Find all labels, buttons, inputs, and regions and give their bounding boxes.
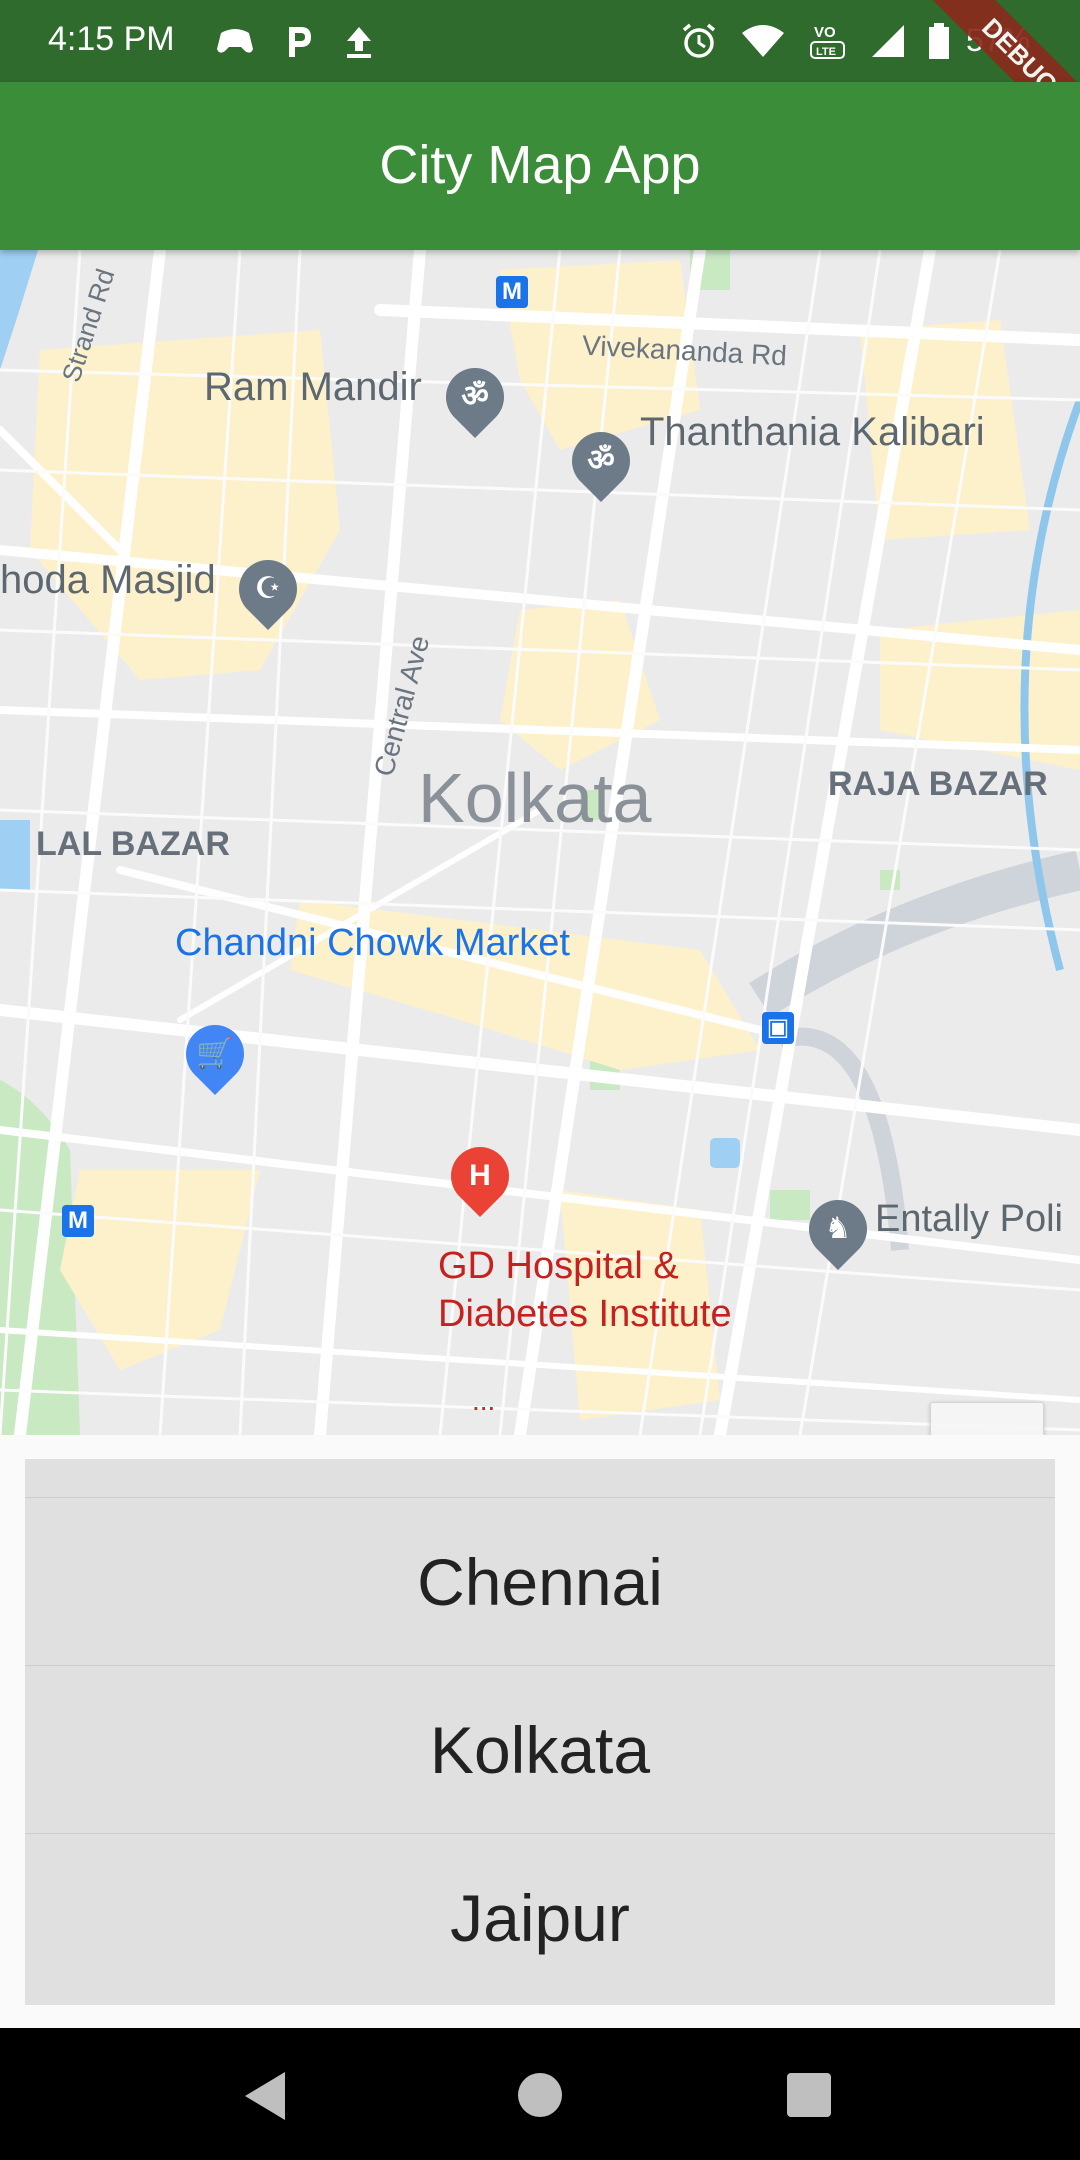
- back-icon[interactable]: [245, 2072, 285, 2120]
- svg-text:LTE: LTE: [816, 46, 836, 58]
- list-item-chennai[interactable]: Chennai: [25, 1498, 1055, 1666]
- app-bar: City Map App: [0, 82, 1080, 250]
- city-list[interactable]: Chennai Kolkata Jaipur: [25, 1459, 1055, 2005]
- map-label-gd-hospital-line1: GD Hospital &: [438, 1245, 679, 1287]
- map-label-thanthania-kalibari: Thanthania Kalibari: [640, 410, 985, 454]
- map-label-ram-mandir: Ram Mandir: [204, 365, 422, 409]
- upload-icon: [347, 27, 371, 58]
- mosque-pin-icon[interactable]: ☪: [226, 547, 310, 631]
- parking-icon: [289, 27, 311, 57]
- volte-icon: VO LTE: [810, 24, 845, 59]
- recent-apps-icon[interactable]: [787, 2073, 831, 2117]
- map-view[interactable]: Strand Rd Vivekananda Rd Ram Mandir Than…: [0, 250, 1080, 1435]
- status-icons-right: VO LTE: [680, 20, 950, 62]
- map-label-entally: Entally Poli: [875, 1198, 1063, 1240]
- battery-icon: [929, 23, 949, 59]
- map-label-gd-hospital-line2: Diabetes Institute: [438, 1293, 732, 1335]
- map-label-chandni-chowk: Chandni Chowk Market: [175, 922, 570, 964]
- wifi-icon: [742, 25, 784, 57]
- map-label-raja-bazar: RAJA BAZAR: [828, 765, 1048, 803]
- signal-icon: [872, 25, 904, 57]
- train-station-icon[interactable]: ▣: [762, 1012, 794, 1044]
- temple-pin-icon[interactable]: ॐ: [433, 355, 517, 439]
- shopping-cart-pin-icon[interactable]: 🛒: [173, 1012, 257, 1096]
- list-item-kolkata[interactable]: Kolkata: [25, 1666, 1055, 1834]
- city-list-area: Chennai Kolkata Jaipur: [0, 1435, 1080, 2025]
- status-icons-left: [215, 20, 375, 62]
- map-label-nakhoda-masjid: hoda Masjid: [0, 558, 216, 602]
- status-time: 4:15 PM: [48, 20, 175, 58]
- temple-pin-icon[interactable]: ॐ: [559, 419, 643, 503]
- gamepad-icon: [217, 29, 253, 53]
- zoom-in-button[interactable]: +: [931, 1403, 1043, 1435]
- svg-text:VO: VO: [814, 24, 836, 41]
- metro-station-icon[interactable]: M: [62, 1205, 94, 1237]
- home-icon[interactable]: [518, 2073, 562, 2117]
- zoom-controls: + −: [930, 1402, 1044, 1435]
- map-label-kolkata: Kolkata: [418, 759, 652, 837]
- list-top-strip: [25, 1459, 1055, 1498]
- app-title: City Map App: [379, 135, 701, 195]
- metro-station-icon[interactable]: M: [496, 276, 528, 308]
- alarm-icon: [682, 23, 716, 58]
- hospital-pin-icon[interactable]: H: [438, 1134, 522, 1218]
- status-bar: 4:15 PM VOLTE 57% DEBUG: [0, 0, 1080, 164]
- list-item-jaipur[interactable]: Jaipur: [25, 1834, 1055, 2001]
- map-label-ellipsis: ...: [472, 1385, 496, 1416]
- map-label-lal-bazar: LAL BAZAR: [36, 825, 230, 863]
- navigation-bar: [0, 2028, 1080, 2160]
- police-pin-icon[interactable]: ♞: [796, 1187, 880, 1271]
